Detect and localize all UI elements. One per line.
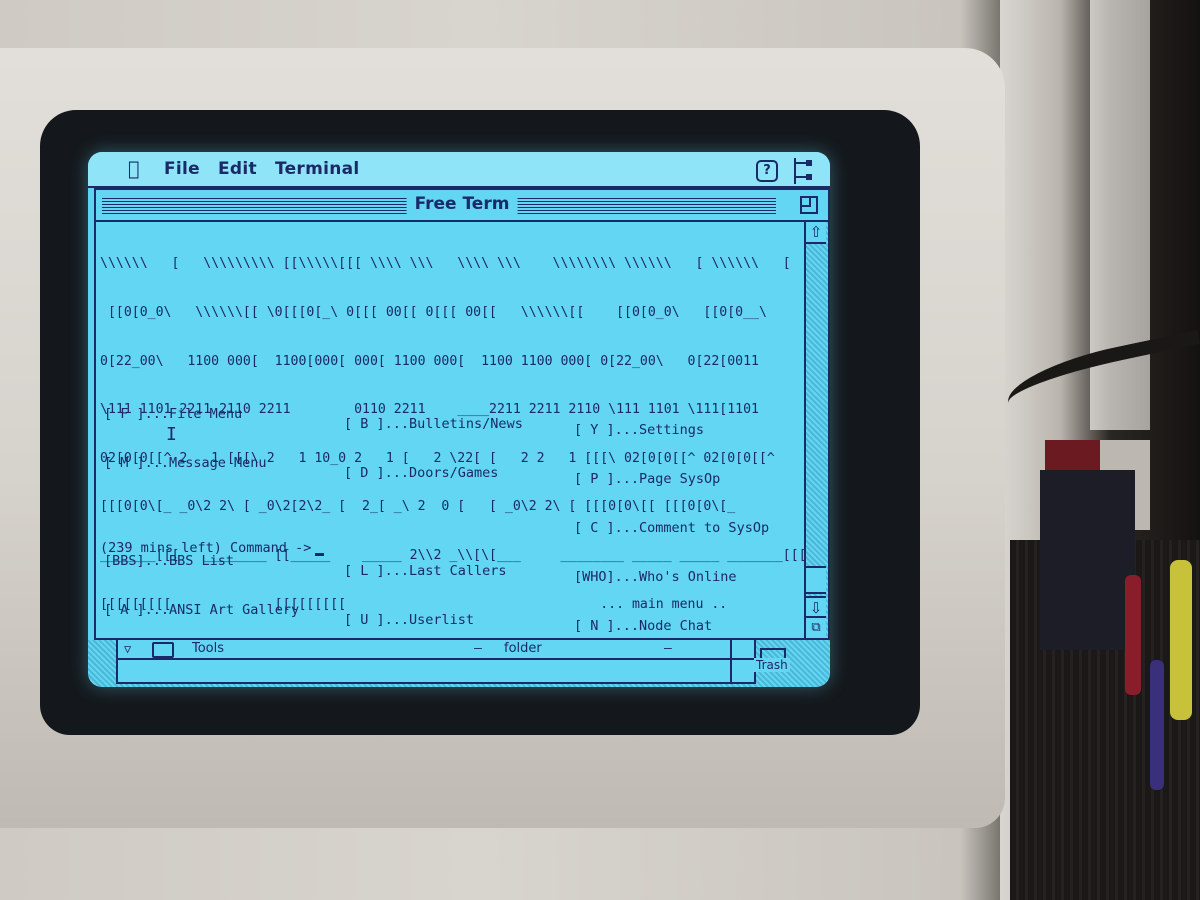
scroll-up-arrow-icon[interactable]: ⇧ [806,222,826,244]
finder-window-tools[interactable]: ▽ Tools — folder — [116,640,756,684]
menu-file[interactable]: File [164,159,200,179]
menu-option-doors[interactable]: [ D ]...Doors/Games [344,465,523,482]
trash-icon [760,648,786,658]
option-label: Message Menu [169,455,267,472]
highlighter [1170,560,1192,720]
option-key: [ N ] [574,618,615,635]
option-label: Userlist [409,611,475,628]
option-label: Last Callers [409,562,507,579]
menu-bar:  File Edit Terminal [88,152,830,188]
terminal-window: ? Free Term \\\\\\ [ \\\\\\\\\ [[\\\\\[[… [94,158,830,683]
option-key: [ D ] [344,465,385,482]
option-label: Comment to SysOp [639,520,770,537]
title-divider [96,220,828,222]
menu-option-bulletins[interactable]: [ B ]...Bulletins/News [344,416,523,433]
trash-label: Trash [754,658,790,672]
option-key: [WHO] [574,569,615,586]
menu-terminal[interactable]: Terminal [275,159,360,179]
disclosure-triangle-icon[interactable]: ▽ [124,642,131,656]
menu-option-whos-online[interactable]: [WHO]...Who's Online [574,569,769,586]
ansi-banner-line: [[0[0_0\ \\\\\\[[ \0[[[0[_\ 0[[[ 00[[ 0[… [100,305,767,320]
option-label: Who's Online [639,569,737,586]
application-menu-icon[interactable] [792,158,814,184]
option-key: [ Y ] [574,422,615,439]
folder-icon [152,642,174,658]
text-cursor [315,553,325,556]
pen [1150,660,1164,790]
menu-option-file[interactable]: [ F ]...File Menu [104,406,299,423]
option-label: Settings [639,422,705,439]
scroll-down-arrow-icon[interactable]: ⇩ [806,596,826,618]
option-key: [ L ] [344,562,385,579]
dash: — [474,641,482,656]
option-label: Bulletins/News [409,416,523,433]
terminal-output: \\\\\\ [ \\\\\\\\\ [[\\\\\[[[ \\\\ \\\ \… [100,224,807,683]
title-bar[interactable]: Free Term [96,190,828,222]
trash[interactable]: Trash [754,648,790,676]
bbs-main-menu: [ F ]...File Menu [ M ]...Message Menu [… [104,374,804,683]
menu-option-message[interactable]: [ M ]...Message Menu [104,455,299,472]
crt-screen:  File Edit Terminal ? Free Term \\\\\\ … [88,152,830,687]
menu-option-node-chat[interactable]: [ N ]...Node Chat [574,618,769,635]
apple-menu-icon[interactable]:  [128,159,146,179]
scroll-thumb[interactable] [806,566,826,594]
option-label: ANSI Art Gallery [169,601,300,618]
menu-option-settings[interactable]: [ Y ]...Settings [574,422,769,439]
option-label: Page SysOp [639,471,721,488]
prompt-text: (239 mins left) Command -> [100,540,312,556]
option-key: [ B ] [344,416,385,433]
zoom-box-icon[interactable] [800,196,818,214]
menu-option-last-callers[interactable]: [ L ]...Last Callers [344,563,523,580]
window-title: Free Term [406,194,518,214]
ibeam-cursor-icon: I [166,424,177,445]
book [1040,470,1135,650]
finder-divider [730,640,732,684]
grow-box-icon[interactable]: ⧉ [806,616,826,638]
pen [1125,575,1141,695]
option-label: Node Chat [639,618,713,635]
option-label: Doors/Games [409,465,499,482]
help-balloon-icon[interactable]: ? [756,160,778,182]
option-key: [ M ] [104,455,145,472]
option-key: [ A ] [104,601,145,618]
finder-item-name[interactable]: Tools [192,640,224,658]
option-label: File Menu [169,406,243,423]
menu-option-comment-sysop[interactable]: [ C ]...Comment to SysOp [574,520,769,537]
dash: — [664,641,672,656]
ansi-banner-line: 0[22_00\ 1100 000[ 1100[000[ 000[ 1100 0… [100,353,759,369]
finder-item-kind: folder [504,641,542,656]
finder-header: ▽ Tools — folder — [118,640,754,660]
option-key: [ P ] [574,471,615,488]
menu-option-ansi-gallery[interactable]: [ A ]...ANSI Art Gallery [104,602,299,619]
option-key: [ U ] [344,611,385,628]
menu-option-userlist[interactable]: [ U ]...Userlist [344,612,523,629]
menu-edit[interactable]: Edit [218,159,257,179]
command-prompt[interactable]: (239 mins left) Command -> [100,540,325,556]
vertical-scrollbar[interactable]: ⇧ ⇩ ⧉ [804,222,828,638]
option-key: [ F ] [104,406,145,423]
ansi-banner-line: \\\\\\ [ \\\\\\\\\ [[\\\\\[[[ \\\\ \\\ \… [100,256,791,272]
menu-option-page-sysop[interactable]: [ P ]...Page SysOp [574,471,769,488]
option-key: [ C ] [574,520,615,537]
